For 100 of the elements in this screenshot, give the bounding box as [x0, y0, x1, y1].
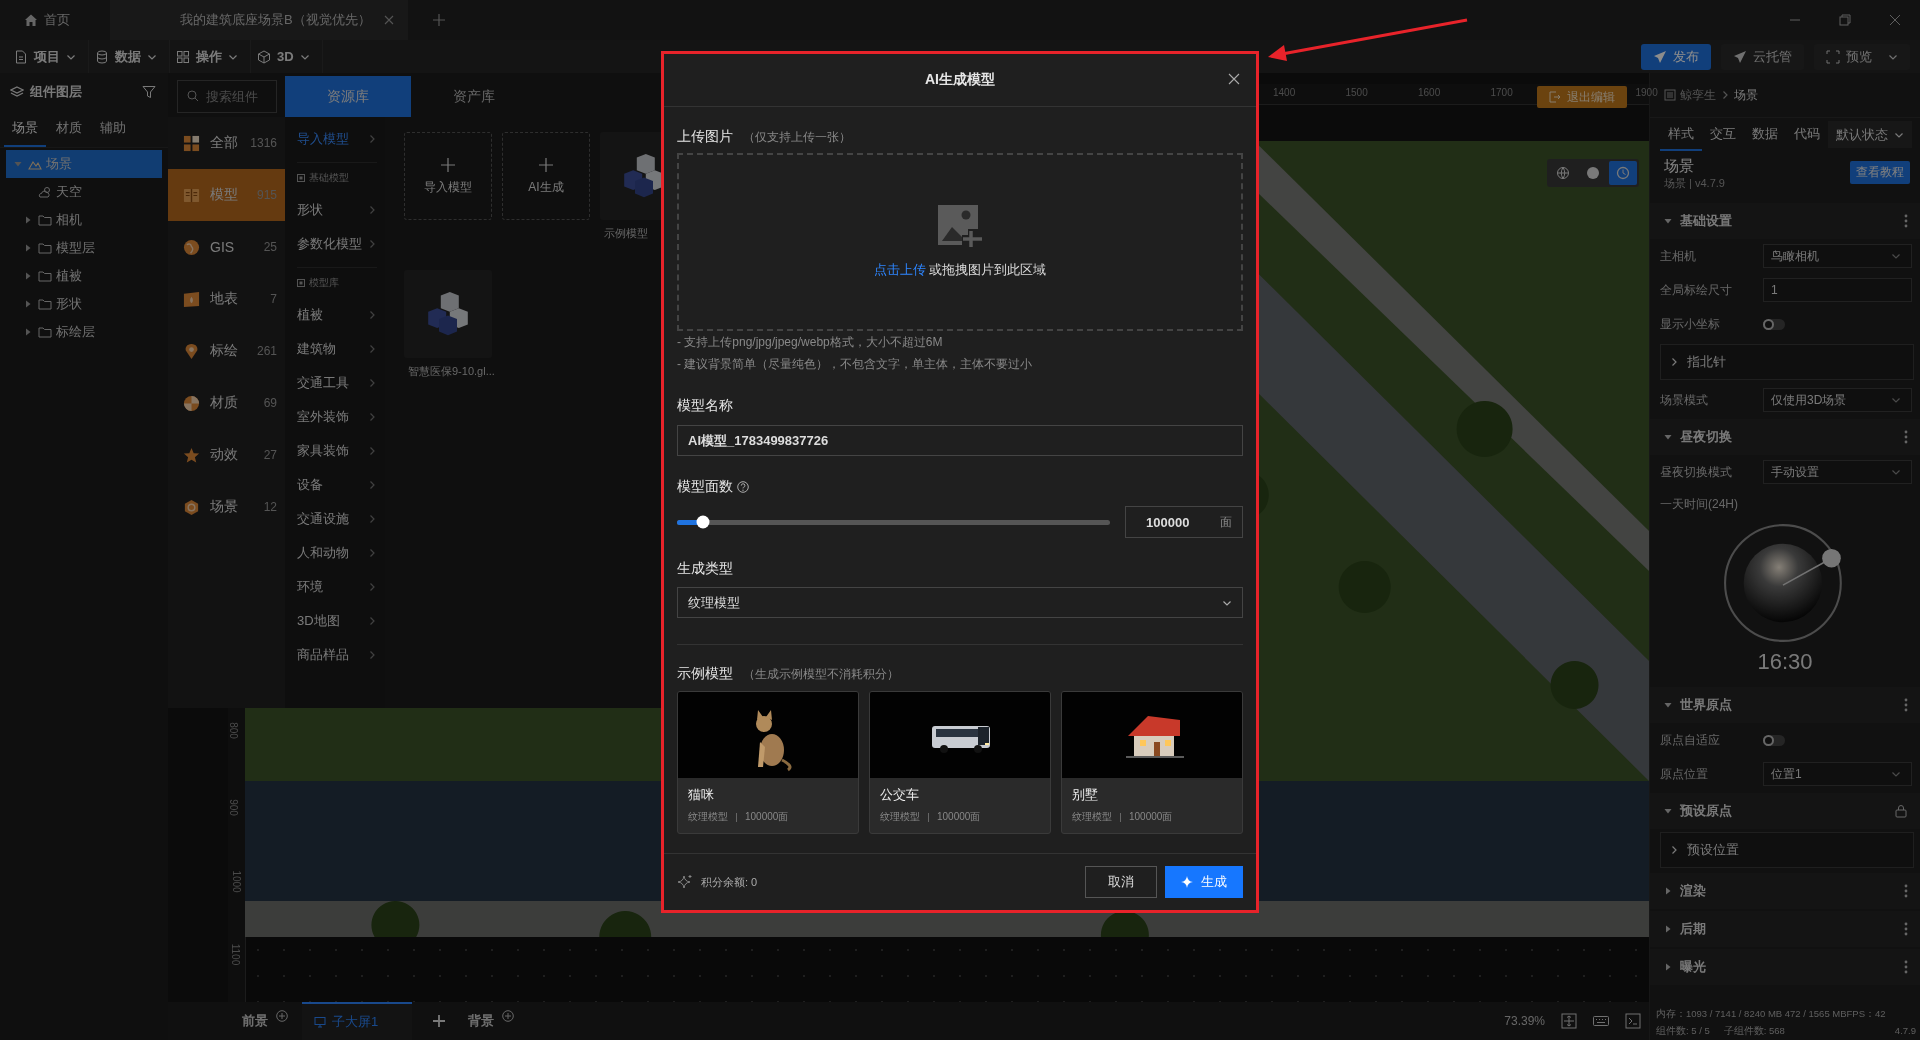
category-item[interactable]: 全部 1316	[168, 117, 285, 169]
restore-icon[interactable]	[1839, 14, 1851, 26]
breadcrumb-item[interactable]: 场景	[1734, 86, 1758, 104]
panel-tab[interactable]: 辅助	[92, 111, 134, 147]
layers-icon	[10, 85, 24, 99]
close-icon[interactable]	[1228, 73, 1240, 85]
category-label: 地表	[210, 290, 239, 308]
keyboard-icon[interactable]	[1593, 1013, 1609, 1029]
breadcrumb-item[interactable]: 鲸孪生	[1680, 86, 1716, 104]
folder-icon	[38, 325, 52, 339]
book-icon	[183, 186, 200, 204]
collapsible-group[interactable]: 预设位置	[1660, 832, 1914, 868]
add-icon[interactable]	[432, 1014, 446, 1028]
folder-icon	[38, 241, 52, 255]
layer-label: 背景	[468, 1012, 494, 1030]
collapsible-group[interactable]: 指北针	[1660, 344, 1914, 380]
category-label: 场景	[210, 498, 239, 516]
ruler-label: 1100	[230, 943, 242, 966]
folder-icon	[38, 269, 52, 283]
more-icon[interactable]	[1904, 960, 1908, 974]
chevron-right-icon	[1669, 845, 1679, 855]
ruler-label: 1400	[1273, 87, 1296, 98]
library-tab[interactable]: 资产库	[411, 76, 537, 117]
category-label: 动效	[210, 446, 239, 464]
text-field[interactable]: 1	[1763, 278, 1912, 302]
component-version: 场景 | v4.7.9	[1664, 176, 1725, 191]
more-icon[interactable]	[1904, 698, 1908, 712]
more-icon[interactable]	[1904, 884, 1908, 898]
more-icon[interactable]	[1904, 214, 1908, 228]
field-label: 上传图片	[677, 128, 733, 146]
select-field[interactable]: 手动设置	[1763, 460, 1912, 484]
add-circle-icon[interactable]	[502, 1010, 514, 1022]
caret-icon	[1664, 433, 1672, 441]
toggle-switch[interactable]	[1763, 318, 1785, 330]
paper-plane-icon	[1653, 49, 1667, 64]
grid-icon	[176, 49, 190, 64]
tree-item[interactable]: 天空	[6, 178, 162, 206]
library-tab[interactable]: 资源库	[285, 76, 411, 117]
field-note: （仅支持上传一张）	[743, 128, 851, 146]
inspector-tab[interactable]: 样式	[1660, 118, 1702, 151]
fit-screen-icon[interactable]	[1561, 1013, 1577, 1029]
add-circle-icon[interactable]	[276, 1010, 288, 1022]
toolbar-button[interactable]: 发布	[1641, 43, 1711, 70]
panel-tab[interactable]: 材质	[48, 111, 90, 147]
property-label: 主相机	[1660, 247, 1697, 265]
caret-icon	[1664, 701, 1672, 709]
ball-icon	[183, 394, 200, 412]
ruler-label: 1000	[230, 870, 242, 893]
ruler-label: 900	[227, 799, 239, 816]
fullscreen-icon	[1826, 49, 1840, 64]
chevron-down-icon	[1891, 251, 1901, 261]
tree-item[interactable]: 模型层	[6, 234, 162, 262]
lock-icon[interactable]	[1894, 804, 1908, 818]
property-label: 原点位置	[1660, 765, 1709, 783]
property-label: 一天时间(24H)	[1659, 495, 1739, 513]
pin-icon	[183, 342, 200, 360]
tree-item[interactable]: 植被	[6, 262, 162, 290]
more-icon[interactable]	[1904, 430, 1908, 444]
inspector-tab[interactable]: 交互	[1702, 118, 1744, 151]
database-icon	[95, 49, 109, 64]
tutorial-button[interactable]: 查看教程	[1850, 161, 1910, 184]
caret-icon	[1664, 807, 1672, 815]
select-field[interactable]: 仅使用3D场景	[1763, 388, 1912, 412]
home-icon	[24, 13, 38, 27]
cloud-sun-icon	[38, 185, 52, 199]
toggle-switch[interactable]	[1763, 734, 1785, 746]
monitor-icon	[314, 1016, 326, 1028]
cube-icon	[257, 49, 271, 64]
star-icon	[183, 446, 200, 464]
inspector-tab[interactable]: 代码	[1786, 118, 1828, 151]
select-field[interactable]: 位置1	[1763, 762, 1912, 786]
property-label: 显示小坐标	[1660, 315, 1721, 333]
category-label: GIS	[210, 239, 236, 255]
filter-icon[interactable]	[142, 85, 156, 99]
tree-item[interactable]: 形状	[6, 290, 162, 318]
window-tab[interactable]: 首页	[0, 0, 110, 40]
terminal-icon[interactable]	[1625, 1013, 1641, 1029]
category-label: 标绘	[210, 342, 239, 360]
property-label: 原点自适应	[1660, 731, 1721, 749]
time-value: 16:30	[1757, 649, 1813, 675]
exit-icon	[1549, 91, 1561, 103]
chevron-down-icon	[1891, 395, 1901, 405]
globe-icon	[183, 238, 200, 256]
tree-item[interactable]: 标绘层	[6, 318, 162, 346]
version-label: 4.7.9	[1894, 1025, 1916, 1038]
select-field[interactable]: 鸟瞰相机	[1763, 244, 1912, 268]
component-title: 场景	[1664, 157, 1695, 176]
more-icon[interactable]	[1904, 922, 1908, 936]
property-label: 场景模式	[1660, 391, 1709, 409]
category-label: 全部	[210, 134, 239, 152]
property-label: 全局标绘尺寸	[1660, 281, 1733, 299]
zoom-level: 73.39%	[1504, 1014, 1545, 1028]
inspector-tab[interactable]: 数据	[1744, 118, 1786, 151]
cube-icon	[183, 498, 200, 516]
state-select[interactable]: 默认状态	[1828, 121, 1912, 148]
window-tab[interactable]: 我的建筑底座场景B（视觉优先）	[110, 0, 408, 40]
chevron-right-icon	[1720, 90, 1730, 100]
tree-item[interactable]: 相机	[6, 206, 162, 234]
search-field[interactable]: 搜索组件	[177, 80, 277, 113]
dialog-title: AI生成模型	[925, 71, 995, 89]
